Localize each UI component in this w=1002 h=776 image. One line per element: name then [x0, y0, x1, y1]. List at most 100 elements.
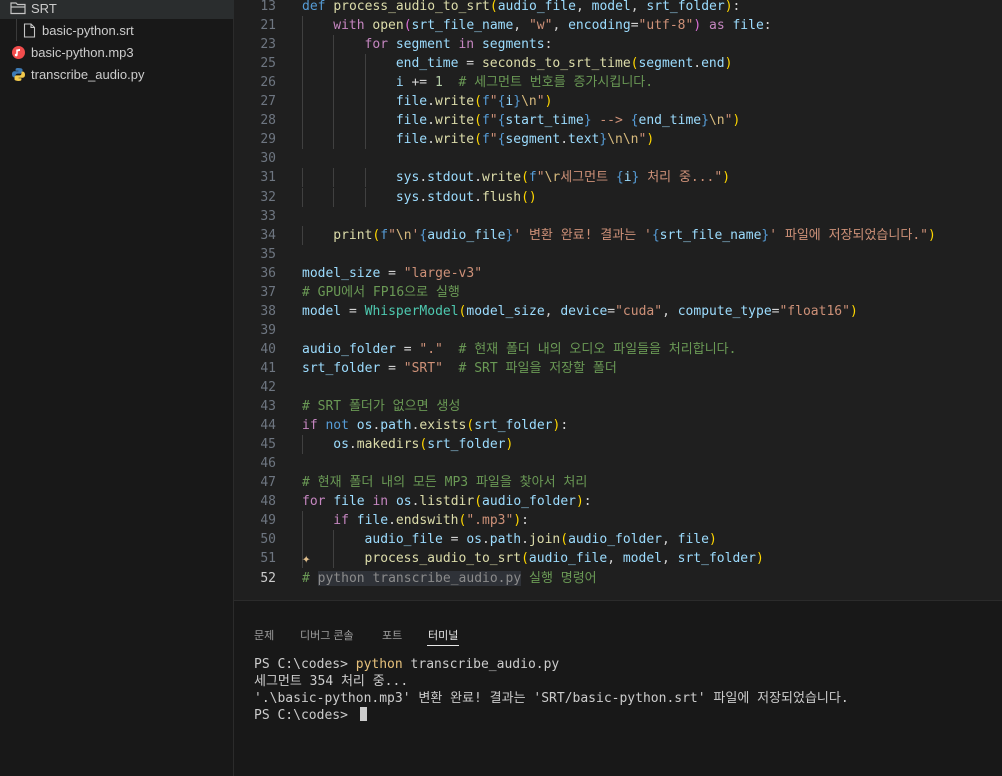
indent-guide — [333, 35, 335, 55]
tab-ports[interactable]: 포트 — [382, 627, 402, 643]
sparkle-icon[interactable]: ✦ — [302, 550, 310, 569]
code-line[interactable]: 41 srt_folder = "SRT" # SRT 파일을 저장할 폴더 — [234, 359, 1002, 378]
code-text: audio_file = os.path.join(audio_folder, … — [365, 530, 717, 549]
code-line[interactable]: 13 def process_audio_to_srt(audio_file, m… — [234, 0, 1002, 16]
code-line[interactable]: 27 file.write(f"{i}\n") — [234, 92, 1002, 112]
code-line[interactable]: 29 file.write(f"{segment.text}\n\n") — [234, 130, 1002, 150]
code-line[interactable]: 33 — [234, 207, 1002, 226]
code-token: file — [732, 18, 764, 34]
code-token: \n — [521, 94, 537, 110]
code-token: model_size — [466, 303, 545, 319]
code-token: "." — [419, 341, 443, 357]
code-token: # 세그먼트 번호를 증가시킵니다. — [442, 75, 654, 91]
code-line[interactable]: 40 audio_folder = "." # 현재 폴더 내의 오디오 파일들을… — [234, 340, 1002, 359]
code-text: os.makedirs(srt_folder) — [333, 435, 513, 454]
terminal-output-line: '.\basic-python.mp3' 변환 완료! 결과는 'SRT/bas… — [254, 691, 849, 706]
file-mp3[interactable]: basic-python.mp3 — [0, 41, 243, 63]
terminal-command: python — [355, 657, 403, 672]
code-token: = — [380, 265, 404, 281]
folder-open-icon — [10, 0, 26, 16]
indent-guide — [302, 54, 303, 74]
code-token: stdout — [427, 170, 475, 186]
code-line[interactable]: 35 — [234, 245, 1002, 264]
file-srt[interactable]: basic-python.srt — [0, 19, 254, 41]
code-token: , — [544, 303, 561, 319]
code-token: file — [677, 532, 709, 548]
code-line[interactable]: 30 — [234, 149, 1002, 168]
indent-guide — [302, 530, 303, 550]
code-line[interactable]: 32 sys.stdout.flush() — [234, 187, 1002, 207]
code-line[interactable]: 48 for file in os.listdir(audio_folder): — [234, 492, 1002, 511]
code-line[interactable]: 36 model_size = "large-v3" — [234, 264, 1002, 283]
code-token: . — [521, 532, 529, 548]
code-token: endswith — [395, 513, 459, 529]
code-token: : — [544, 37, 553, 53]
code-token: 처리 중..." — [639, 170, 723, 186]
code-token: stdout — [427, 189, 475, 205]
code-token: ) — [708, 532, 717, 548]
indent-guide — [333, 168, 335, 188]
tab-debug-console[interactable]: 디버그 콘솔 — [300, 627, 354, 643]
code-line[interactable]: 39 — [234, 321, 1002, 340]
code-line[interactable]: 49 if file.endswith(".mp3"): — [234, 511, 1002, 531]
code-text: srt_folder = "SRT" # SRT 파일을 저장할 폴더 — [302, 359, 617, 378]
code-line[interactable]: 42 — [234, 378, 1002, 397]
file-py[interactable]: transcribe_audio.py — [0, 63, 243, 85]
tab-problems[interactable]: 문제 — [254, 627, 274, 643]
code-token: segment — [395, 37, 451, 53]
code-line[interactable]: 52 # python transcribe_audio.py 실행 명령어 — [234, 569, 1002, 588]
line-number: 38 — [260, 303, 276, 319]
code-line[interactable]: 28 file.write(f"{start_time} --> {end_tim… — [234, 111, 1002, 131]
line-number: 13 — [260, 0, 276, 14]
code-line[interactable]: 45 os.makedirs(srt_folder) — [234, 435, 1002, 455]
code-line[interactable]: 38 model = WhisperModel(model_size, devic… — [234, 302, 1002, 321]
indent-guide — [364, 130, 366, 150]
indent-guide — [364, 92, 366, 112]
code-token: ( — [489, 0, 498, 14]
code-line[interactable]: 51 process_audio_to_srt(audio_file, model… — [234, 549, 1002, 569]
line-number: 44 — [260, 418, 276, 434]
code-line[interactable]: 25 end_time = seconds_to_srt_time(segment… — [234, 54, 1002, 74]
line-number: 30 — [260, 151, 276, 167]
code-token: path — [489, 532, 522, 548]
line-number: 34 — [260, 227, 276, 243]
code-token: , — [662, 532, 678, 548]
code-token: \n\n — [607, 132, 639, 148]
code-line[interactable]: 37 # GPU에서 FP16으로 실행 — [234, 283, 1002, 302]
code-text: i += 1 # 세그먼트 번호를 증가시킵니다. — [396, 73, 653, 92]
code-line[interactable]: 47 # 현재 폴더 내의 모든 MP3 파일을 찾아서 처리 — [234, 473, 1002, 492]
code-line[interactable]: 26 i += 1 # 세그먼트 번호를 증가시킵니다. — [234, 73, 1002, 93]
code-line[interactable]: 23 for segment in segments: — [234, 35, 1002, 55]
code-token: file — [395, 113, 428, 129]
code-line[interactable]: 31 sys.stdout.write(f"\r세그먼트 {i} 처리 중..."… — [234, 168, 1002, 188]
code-token: " — [536, 170, 545, 186]
tab-terminal[interactable]: 터미널 — [426, 627, 460, 646]
code-token: ) — [849, 303, 858, 319]
code-token: f — [380, 227, 389, 243]
code-text: for segment in segments: — [365, 35, 553, 54]
code-line[interactable]: 21 with open(srt_file_name, "w", encoding… — [234, 16, 1002, 36]
code-line[interactable]: 34 print(f"\n'{audio_file}' 변환 완료! 결과는 '{… — [234, 225, 1002, 245]
line-number: 40 — [260, 341, 276, 357]
code-editor[interactable]: 13 def process_audio_to_srt(audio_file, m… — [234, 0, 1002, 600]
code-token: "cuda" — [615, 303, 663, 319]
code-token: = — [458, 56, 482, 72]
code-token: ) — [693, 18, 702, 34]
line-number: 33 — [260, 208, 276, 224]
code-line[interactable]: 43 # SRT 폴더가 없으면 생성 — [234, 397, 1002, 416]
code-line[interactable]: 44 if not os.path.exists(srt_folder): — [234, 416, 1002, 435]
code-text: if file.endswith(".mp3"): — [333, 511, 529, 530]
code-token: \n — [708, 113, 725, 129]
folder-srt[interactable]: SRT — [0, 0, 243, 19]
code-text: file.write(f"{segment.text}\n\n") — [396, 130, 654, 149]
code-token: model_size — [302, 265, 381, 281]
code-token: srt_folder — [427, 437, 506, 453]
indent-guide — [364, 73, 366, 93]
code-line[interactable]: 50 audio_file = os.path.join(audio_folder… — [234, 530, 1002, 550]
code-token: seconds_to_srt_time — [481, 56, 631, 72]
code-token: "large-v3" — [403, 265, 483, 281]
code-token: os — [395, 494, 412, 510]
terminal-line-prompt[interactable]: PS C:\codes> — [254, 707, 367, 724]
code-token: , — [662, 551, 678, 567]
code-line[interactable]: 46 — [234, 454, 1002, 473]
